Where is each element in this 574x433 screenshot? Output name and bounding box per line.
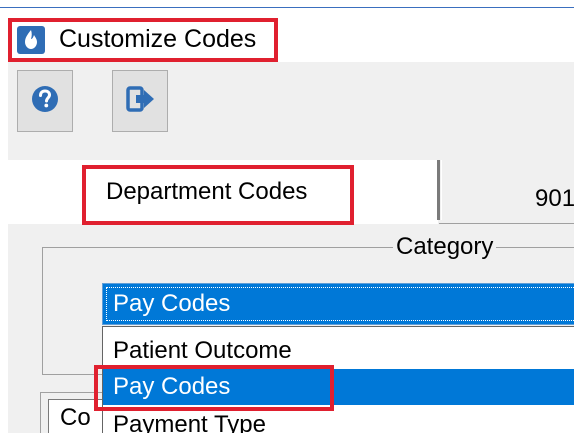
help-button[interactable] xyxy=(17,70,73,132)
tab-department-codes-label: Department Codes xyxy=(106,178,308,205)
category-dropdown-list[interactable]: Patient Outcome Pay Codes Payment Type xyxy=(102,326,574,433)
help-circle-icon xyxy=(30,84,60,119)
lower-panel-label: Co xyxy=(60,404,91,431)
exit-arrow-icon xyxy=(124,84,156,119)
dropdown-option-payment-type[interactable]: Payment Type xyxy=(103,407,574,433)
dropdown-option-pay-codes[interactable]: Pay Codes xyxy=(103,369,574,405)
tab-divider-highlight xyxy=(441,160,442,220)
exit-button[interactable] xyxy=(112,70,168,132)
top-window-edge xyxy=(0,0,574,8)
title-bar: Customize Codes xyxy=(0,9,574,62)
category-legend: Category xyxy=(393,233,497,261)
tab-divider xyxy=(437,160,440,220)
app-flame-icon xyxy=(17,26,45,54)
category-selected-value: Pay Codes xyxy=(113,290,231,317)
tab-901-label[interactable]: 901 xyxy=(535,185,574,213)
category-combobox[interactable]: Pay Codes xyxy=(102,283,574,325)
dropdown-option-patient-outcome[interactable]: Patient Outcome xyxy=(103,333,574,369)
window-title: Customize Codes xyxy=(59,25,257,53)
tab-baseline xyxy=(439,223,574,224)
